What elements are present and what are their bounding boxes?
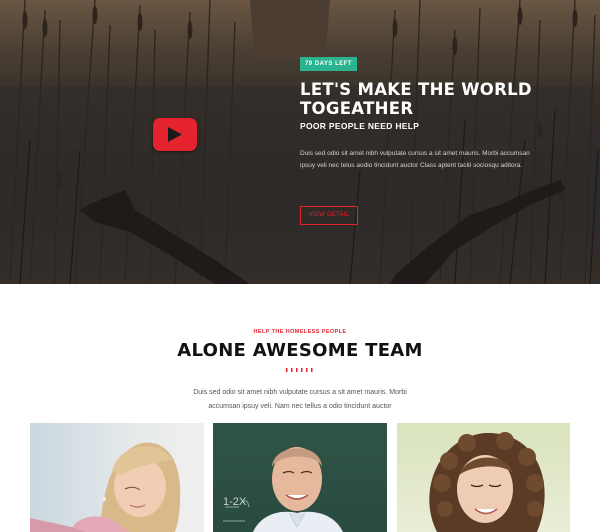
team-member-card-2[interactable]: 1-2X	[213, 423, 387, 532]
video-play-button[interactable]	[153, 118, 197, 151]
days-left-badge: 79 DAYS LEFT	[300, 57, 357, 71]
hero-subtitle: POOR PEOPLE NEED HELP	[300, 121, 420, 131]
section-description: Duis sed odio sit amet nibh vulputate cu…	[0, 386, 600, 414]
team-member-card-1[interactable]	[30, 423, 204, 532]
section-description-line-1: Duis sed odio sit amet nibh vulputate cu…	[193, 389, 407, 396]
team-member-card-3[interactable]	[397, 423, 570, 532]
title-divider	[286, 368, 313, 372]
hero-title: LET'S MAKE THE WORLD TOGEATHER	[300, 80, 532, 118]
raised-arms-silhouette	[19, 109, 599, 284]
hero-description: Duis sed odio sit amet nibh vulputate cu…	[300, 150, 530, 169]
hero-banner: 79 DAYS LEFT LET'S MAKE THE WORLD TOGEAT…	[0, 0, 600, 284]
view-detail-button[interactable]: VIEW DETAIL	[300, 206, 358, 225]
section-kicker: HELP THE HOMELESS PEOPLE	[253, 329, 347, 335]
man-at-chalkboard-photo: 1-2X	[223, 447, 343, 532]
section-description-line-2: accumsan ipsuy veli. Nam nec tellus a od…	[208, 403, 392, 410]
section-title: ALONE AWESOME TEAM	[177, 340, 423, 361]
woman-writing-photo	[30, 442, 181, 532]
chalk-writing: 1-2X	[223, 496, 247, 508]
play-icon	[168, 127, 182, 142]
curly-hair-woman-photo	[429, 432, 545, 532]
